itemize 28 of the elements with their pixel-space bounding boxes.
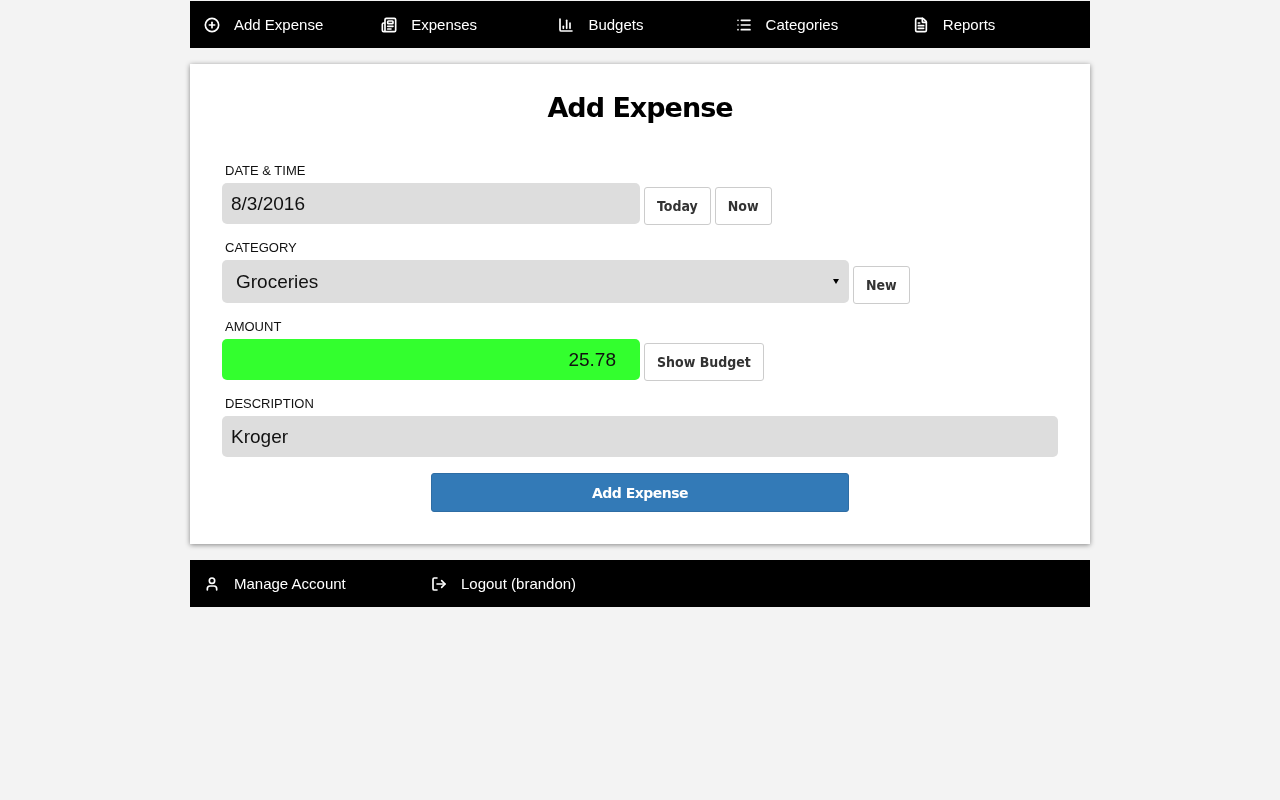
plus-circle-icon xyxy=(204,16,220,33)
date-field[interactable]: 8/3/2016 xyxy=(222,183,640,224)
add-expense-button[interactable]: Add Expense xyxy=(431,473,849,512)
footer-link[interactable]: Logout (brandon) xyxy=(431,575,658,592)
footer-link[interactable]: Manage Account xyxy=(204,575,431,592)
caret-icon xyxy=(833,279,839,284)
category-select[interactable]: Groceries xyxy=(222,260,849,303)
nav-link[interactable]: Categories xyxy=(735,16,913,33)
newspaper-icon xyxy=(381,16,398,33)
description-field[interactable]: Kroger xyxy=(222,416,1058,457)
nav-link[interactable]: Budgets xyxy=(558,16,736,33)
amount-field[interactable]: 25.78 xyxy=(222,339,640,380)
logout-icon xyxy=(431,575,447,592)
field-label: DESCRIPTION xyxy=(225,396,315,411)
document-icon xyxy=(912,16,929,33)
nav-link[interactable]: Expenses xyxy=(381,16,559,33)
nav-link[interactable]: Reports xyxy=(912,16,1090,33)
user-icon xyxy=(204,575,220,592)
nav-link[interactable]: Add Expense xyxy=(204,16,382,33)
field-button[interactable]: Now xyxy=(714,187,772,225)
field-label: AMOUNT xyxy=(225,319,283,334)
field-label: DATE & TIME xyxy=(225,163,307,178)
bar-chart-icon xyxy=(558,16,575,33)
field-button[interactable]: Today xyxy=(644,187,711,225)
field-button[interactable]: New xyxy=(853,266,910,304)
field-button[interactable]: Show Budget xyxy=(644,343,764,381)
form-title: Add Expense xyxy=(546,92,734,123)
field-label: CATEGORY xyxy=(225,240,298,255)
